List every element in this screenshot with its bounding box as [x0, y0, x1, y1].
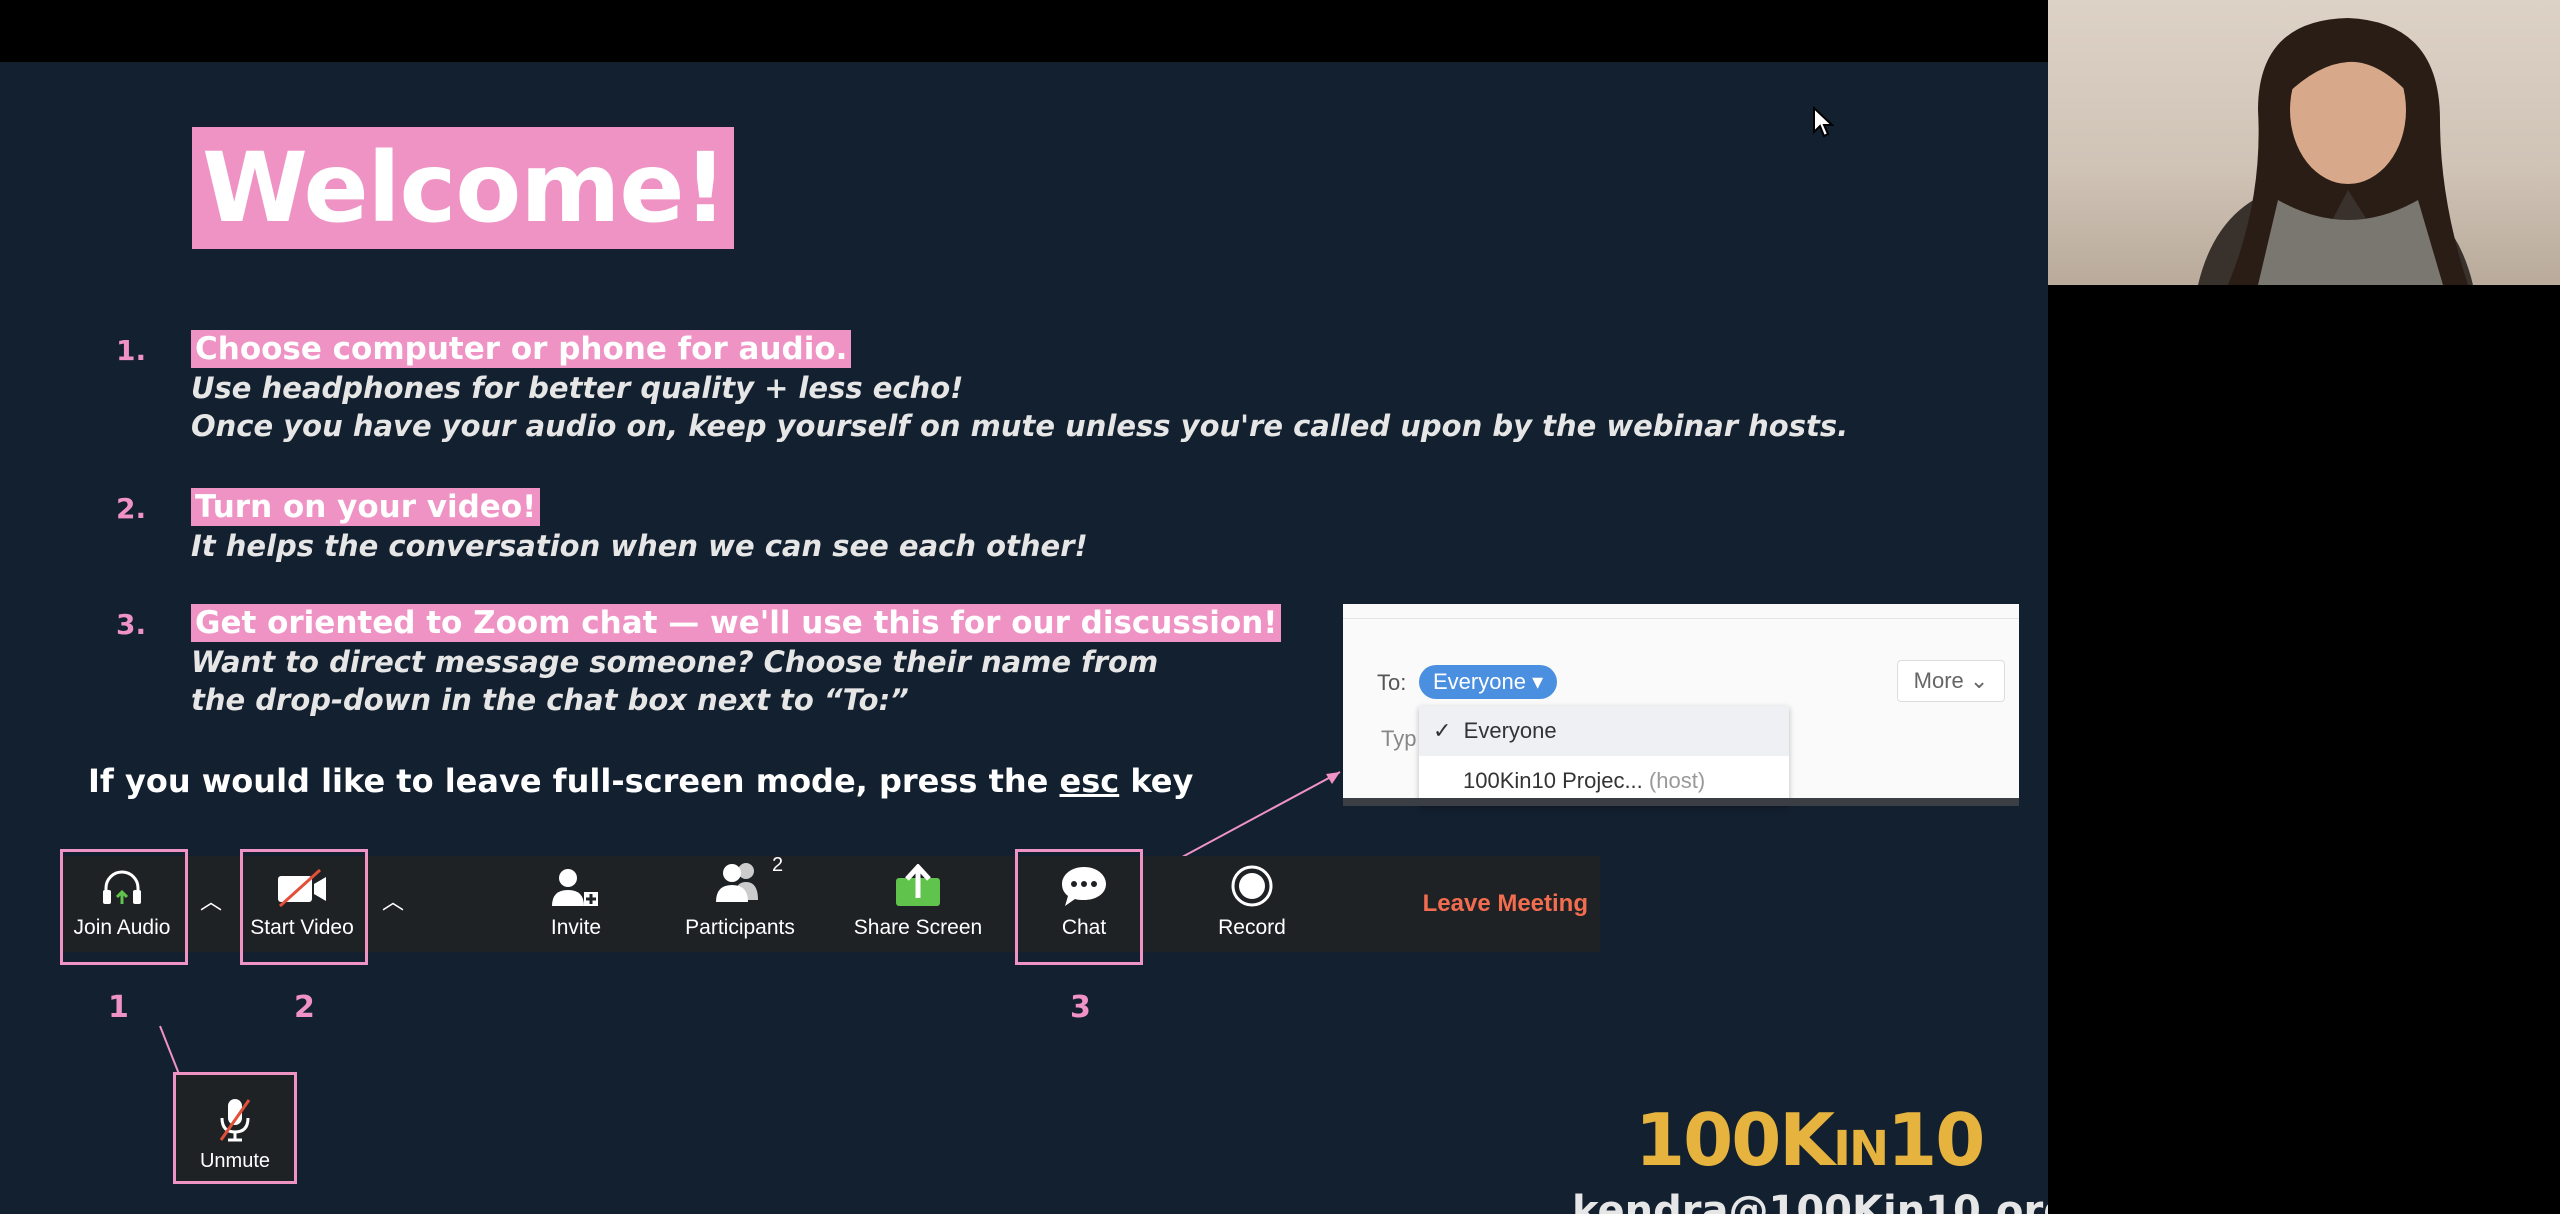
participants-icon-wrap: 2 [712, 854, 783, 908]
record-label: Record [1218, 916, 1286, 939]
item-number-2: 2. [116, 492, 147, 525]
highlight-start-video [240, 849, 368, 965]
recipient-label: Everyone [1433, 669, 1526, 694]
highlight-join-audio [60, 849, 188, 965]
record-button[interactable]: Record [1192, 856, 1312, 952]
chevron-down-icon: ⌄ [1969, 668, 1989, 693]
brand-part-c: 10 [1887, 1098, 1985, 1182]
share-screen-icon [896, 864, 940, 906]
contact-email: kendra@100Kin10.org [1572, 1188, 2048, 1214]
leave-meeting-button[interactable]: Leave Meeting [1423, 856, 1588, 952]
record-icon [1231, 865, 1273, 907]
invite-label: Invite [550, 916, 602, 939]
checkmark-icon: ✓ [1433, 718, 1452, 743]
message-placeholder: Typ [1381, 726, 1417, 751]
item-number-1: 1. [116, 334, 147, 367]
item-heading-3-text: Get oriented to Zoom chat — we'll use th… [191, 604, 1282, 642]
caret-down-icon: ▾ [1532, 669, 1544, 694]
participants-button[interactable]: 2 Participants [670, 854, 810, 952]
participant-video [2048, 0, 2560, 285]
item-heading-1: Choose computer or phone for audio. [191, 330, 852, 368]
brand-logo: 100KIN10 [1635, 1098, 1985, 1182]
esc-instruction: If you would like to leave full-screen m… [88, 762, 1193, 800]
brand-part-b: IN [1833, 1121, 1889, 1177]
to-label: To: [1377, 670, 1407, 695]
step-label-2: 2 [294, 990, 315, 1025]
arrow-to-chat-head [1326, 772, 1340, 784]
item-heading-2-text: Turn on your video! [191, 488, 541, 526]
esc-prefix: If you would like to leave full-screen m… [88, 762, 1060, 800]
item-heading-2: Turn on your video! [191, 488, 541, 526]
item-heading-1-text: Choose computer or phone for audio. [191, 330, 852, 368]
share-screen-button[interactable]: Share Screen [844, 856, 992, 952]
recipient-menu: ✓ Everyone 100Kin10 Projec... (host) [1419, 706, 1789, 806]
more-label: More [1913, 668, 1964, 693]
muted-mic-icon [219, 1099, 251, 1142]
highlight-chat [1015, 849, 1143, 965]
brand-part-a: 100K [1635, 1098, 1835, 1182]
chat-divider [1343, 618, 2019, 619]
presentation-slide: Welcome! 1. Choose computer or phone for… [0, 62, 2048, 1214]
step-label-3: 3 [1070, 990, 1091, 1025]
participants-icon [716, 863, 758, 902]
item-number-3: 3. [116, 608, 147, 641]
more-button[interactable]: More ⌄ [1897, 660, 2005, 702]
mouse-cursor-icon [1813, 106, 1834, 138]
item-3-line-2: the drop-down in the chat box next to “T… [191, 683, 909, 717]
menu-item-everyone[interactable]: ✓ Everyone [1419, 706, 1789, 756]
chat-screenshot: To: Everyone ▾ More ⌄ Typ ✓ Everyone 100… [1343, 604, 2019, 806]
empty-gallery-area [2048, 285, 2560, 1214]
invite-button[interactable]: Invite [526, 856, 626, 952]
unmute-label: Unmute [199, 1150, 271, 1172]
item-heading-3: Get oriented to Zoom chat — we'll use th… [191, 604, 1282, 642]
add-user-icon [552, 869, 598, 906]
share-screen-label: Share Screen [853, 916, 983, 939]
item-1-line-2: Once you have your audio on, keep yourse… [191, 409, 1849, 443]
item-3-line-1: Want to direct message someone? Choose t… [191, 645, 1159, 679]
participants-count: 2 [772, 854, 784, 876]
video-options-caret-icon[interactable]: ︿ [382, 884, 404, 916]
item-1-line-1: Use headphones for better quality + less… [191, 371, 964, 405]
item-2-line-1: It helps the conversation when we can se… [191, 529, 1088, 563]
host-tag: (host) [1648, 768, 1706, 793]
esc-key: esc [1059, 762, 1120, 800]
participant-silhouette [2198, 18, 2473, 285]
unmute-button[interactable]: Unmute [173, 1072, 297, 1184]
slide-title: Welcome! [192, 127, 735, 249]
menu-item-everyone-label: Everyone [1463, 718, 1557, 743]
step-label-1: 1 [108, 990, 129, 1025]
audio-options-caret-icon[interactable]: ︿ [200, 884, 222, 916]
recipient-dropdown[interactable]: Everyone ▾ [1419, 665, 1558, 699]
menu-item-host-label: 100Kin10 Projec... [1463, 768, 1643, 793]
esc-suffix: key [1119, 762, 1194, 800]
chat-bottom-bar [1343, 798, 2019, 806]
participants-label: Participants [685, 916, 795, 939]
